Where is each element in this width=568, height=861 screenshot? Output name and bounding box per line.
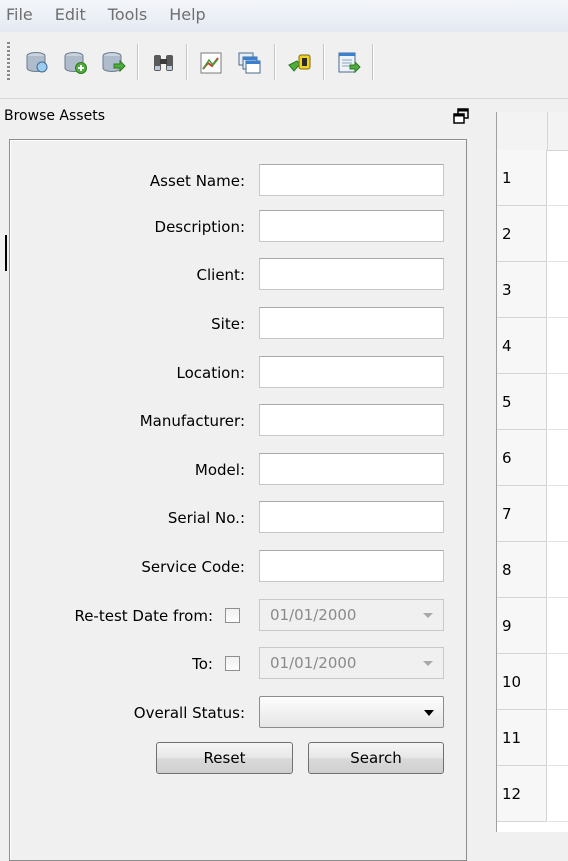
dock-title: Browse Assets [4,108,105,124]
grid-row-header[interactable]: 12 [497,766,547,822]
grid-cell[interactable] [548,262,568,318]
service-code-input[interactable] [259,550,444,582]
client-input[interactable] [259,258,444,290]
asset-name-label: Asset Name: [149,172,245,190]
site-label: Site: [211,315,245,333]
retest-from-date[interactable]: 01/01/2000 [259,599,444,631]
windows-cascade-icon[interactable] [235,50,263,76]
grid-cell[interactable] [548,318,568,374]
site-input[interactable] [259,307,444,339]
search-button[interactable]: Search [308,742,444,774]
chevron-down-icon[interactable] [424,710,434,716]
service-code-label: Service Code: [141,558,245,576]
grid-row-header[interactable]: 6 [497,430,547,486]
serial-no-label: Serial No.: [167,509,245,527]
description-label: Description: [154,218,245,236]
grid-cell[interactable] [548,766,568,822]
retest-to-date-value: 01/01/2000 [270,654,357,672]
grid-row-header[interactable]: 10 [497,654,547,710]
grid-cell[interactable] [548,542,568,598]
grid-column-header[interactable] [548,112,568,151]
grid-cell[interactable] [548,206,568,262]
retest-to-date[interactable]: 01/01/2000 [259,647,444,679]
grid-row-header[interactable]: 8 [497,542,547,598]
client-label: Client: [196,266,245,284]
binoculars-icon[interactable] [150,50,178,76]
asset-name-input[interactable] [259,164,444,196]
database-export-icon[interactable] [100,50,128,76]
model-label: Model: [194,461,245,479]
key-icon[interactable] [286,50,314,76]
retest-to-checkbox[interactable] [225,656,240,671]
manufacturer-input[interactable] [259,404,444,436]
grid-cell[interactable] [548,486,568,542]
grid-row-header[interactable]: 4 [497,318,547,374]
grid-cell[interactable] [548,374,568,430]
report-chart-icon[interactable] [197,50,225,76]
database-add-icon[interactable] [62,50,90,76]
reset-button[interactable]: Reset [156,742,293,774]
grid-row-header[interactable]: 3 [497,262,547,318]
grid-row-header[interactable]: 5 [497,374,547,430]
retest-from-label: Re-test Date from: [74,607,213,625]
menu-bar: File Edit Tools Help [0,0,568,32]
grid-cell[interactable] [548,598,568,654]
grid-row-header[interactable]: 11 [497,710,547,766]
description-input[interactable] [259,210,444,242]
menu-file[interactable]: File [0,0,44,32]
location-label: Location: [176,364,246,382]
menu-help[interactable]: Help [158,0,216,32]
splitter-marker [5,235,7,271]
export-sheet-icon[interactable] [335,50,363,76]
manufacturer-label: Manufacturer: [139,412,245,430]
retest-to-label: To: [192,655,213,673]
grid-cell[interactable] [548,654,568,710]
retest-from-checkbox[interactable] [225,608,240,623]
retest-from-date-value: 01/01/2000 [270,606,357,624]
model-input[interactable] [259,453,444,485]
grid-cell[interactable] [548,430,568,486]
results-grid[interactable]: 1 2 3 4 5 6 7 8 9 10 11 12 [496,112,568,832]
chevron-down-icon[interactable] [423,613,433,618]
location-input[interactable] [259,356,444,388]
grid-row-header[interactable]: 7 [497,486,547,542]
grid-corner[interactable] [497,112,548,151]
toolbar-grip[interactable] [7,42,10,82]
float-window-icon[interactable] [452,107,470,125]
overall-status-label: Overall Status: [133,704,245,722]
grid-cell[interactable] [548,150,568,206]
grid-row-header[interactable]: 1 [497,150,547,206]
grid-row-header[interactable]: 2 [497,206,547,262]
overall-status-select[interactable] [259,696,444,728]
menu-edit[interactable]: Edit [44,0,97,32]
database-browse-icon[interactable] [24,50,52,76]
grid-cell[interactable] [548,710,568,766]
grid-row-header[interactable]: 9 [497,598,547,654]
menu-tools[interactable]: Tools [97,0,158,32]
chevron-down-icon[interactable] [423,661,433,666]
serial-no-input[interactable] [259,501,444,533]
